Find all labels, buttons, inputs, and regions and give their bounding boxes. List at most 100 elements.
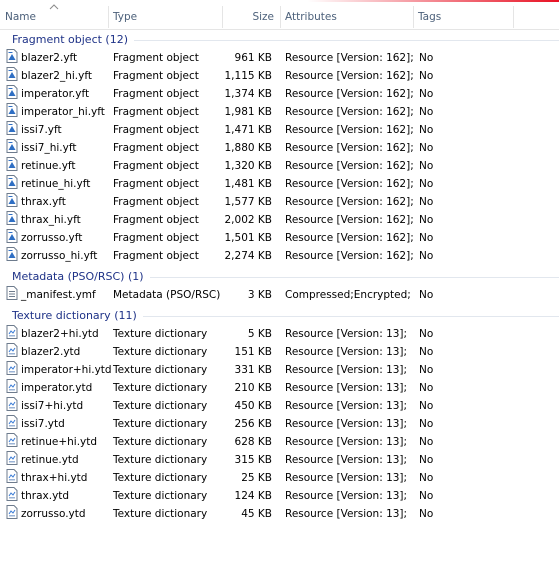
file-list: Fragment object (12) blazer2.yft Fragment … [0, 30, 559, 523]
file-name: zorrusso.ytd [21, 508, 86, 520]
file-size: 3 KB [247, 289, 272, 301]
file-row[interactable]: thrax.ytd Texture dictionary 124 KB Resourc… [0, 487, 559, 505]
file-attributes: Resource [Version: 13]; [285, 328, 408, 340]
texture-file-icon [6, 451, 18, 465]
column-header-type[interactable]: Type [108, 2, 222, 30]
file-attributes: Resource [Version: 13]; [285, 364, 408, 376]
file-name: thrax+hi.ytd [21, 472, 88, 484]
group-label: Texture dictionary (11) [12, 309, 137, 322]
file-type: Texture dictionary [113, 328, 208, 340]
file-attributes: Resource [Version: 13]; [285, 436, 408, 448]
file-type: Texture dictionary [113, 400, 208, 412]
file-row[interactable]: thrax+hi.ytd Texture dictionary 25 KB Resou… [0, 469, 559, 487]
file-row[interactable]: issi7.ytd Texture dictionary 256 KB Resourc… [0, 415, 559, 433]
file-type: Fragment object [113, 106, 199, 118]
file-size: 25 KB [241, 472, 272, 484]
file-tags: No [419, 289, 434, 301]
file-row[interactable]: _manifest.ymf Metadata (PSO/RSC) 3 KB Compr… [0, 286, 559, 304]
file-name: retinue+hi.ytd [21, 436, 98, 448]
file-type: Fragment object [113, 88, 199, 100]
file-attributes: Resource [Version: 13]; [285, 418, 408, 430]
fragment-file-icon [6, 229, 18, 243]
file-tags: No [419, 382, 434, 394]
file-attributes: Resource [Version: 162]; [285, 124, 414, 136]
file-row[interactable]: retinue.yft Fragment object 1,320 KB Resour… [0, 157, 559, 175]
file-size: 315 KB [234, 454, 272, 466]
file-attributes: Resource [Version: 162]; [285, 214, 414, 226]
file-type: Texture dictionary [113, 346, 208, 358]
file-tags: No [419, 250, 434, 262]
file-row[interactable]: blazer2+hi.ytd Texture dictionary 5 KB Reso… [0, 325, 559, 343]
file-size: 1,471 KB [224, 124, 273, 136]
file-tags: No [419, 400, 434, 412]
file-row[interactable]: zorrusso_hi.yft Fragment object 2,274 KB Re… [0, 247, 559, 265]
file-row[interactable]: thrax.yft Fragment object 1,577 KB Resource… [0, 193, 559, 211]
file-attributes: Resource [Version: 162]; [285, 52, 414, 64]
texture-file-icon [6, 343, 18, 357]
file-tags: No [419, 52, 434, 64]
group-divider-line [142, 316, 559, 317]
fragment-file-icon [6, 49, 18, 63]
file-attributes: Resource [Version: 13]; [285, 382, 408, 394]
file-row[interactable]: imperator.yft Fragment object 1,374 KB Reso… [0, 85, 559, 103]
file-type: Fragment object [113, 232, 199, 244]
file-attributes: Resource [Version: 162]; [285, 232, 414, 244]
file-attributes: Resource [Version: 13]; [285, 346, 408, 358]
file-row[interactable]: blazer2.yft Fragment object 961 KB Resource… [0, 49, 559, 67]
file-type: Texture dictionary [113, 490, 208, 502]
group-header[interactable]: Texture dictionary (11) [0, 306, 559, 324]
file-row[interactable]: issi7.yft Fragment object 1,471 KB Resource… [0, 121, 559, 139]
file-attributes: Resource [Version: 162]; [285, 250, 414, 262]
file-tags: No [419, 436, 434, 448]
file-attributes: Resource [Version: 13]; [285, 490, 408, 502]
fragment-file-icon [6, 211, 18, 225]
column-header-attributes[interactable]: Attributes [280, 2, 413, 30]
file-tags: No [419, 88, 434, 100]
file-row[interactable]: retinue.ytd Texture dictionary 315 KB Resou… [0, 451, 559, 469]
file-size: 210 KB [234, 382, 272, 394]
file-size: 5 KB [247, 328, 272, 340]
column-divider[interactable] [513, 6, 514, 28]
file-row[interactable]: thrax_hi.yft Fragment object 2,002 KB Resou… [0, 211, 559, 229]
file-row[interactable]: issi7+hi.ytd Texture dictionary 450 KB Reso… [0, 397, 559, 415]
file-row[interactable]: imperator.ytd Texture dictionary 210 KB Res… [0, 379, 559, 397]
file-size: 1,374 KB [224, 88, 273, 100]
file-name: imperator_hi.yft [21, 106, 105, 118]
column-header-name[interactable]: Name [0, 2, 108, 30]
file-type: Texture dictionary [113, 418, 208, 430]
group-header[interactable]: Metadata (PSO/RSC) (1) [0, 267, 559, 285]
file-tags: No [419, 160, 434, 172]
file-name: imperator.ytd [21, 382, 93, 394]
file-row[interactable]: imperator+hi.ytd Texture dictionary 331 KB… [0, 361, 559, 379]
file-size: 961 KB [234, 52, 272, 64]
file-row[interactable]: zorrusso.yft Fragment object 1,501 KB Resou… [0, 229, 559, 247]
column-header-bar: Name Type Size Attributes Tags [0, 2, 559, 30]
file-row[interactable]: blazer2_hi.yft Fragment object 1,115 KB Res… [0, 67, 559, 85]
fragment-file-icon [6, 121, 18, 135]
file-attributes: Resource [Version: 13]; [285, 454, 408, 466]
file-row[interactable]: issi7_hi.yft Fragment object 1,880 KB Resou… [0, 139, 559, 157]
file-attributes: Resource [Version: 162]; [285, 88, 414, 100]
file-row[interactable]: blazer2.ytd Texture dictionary 151 KB Resou… [0, 343, 559, 361]
file-name: retinue.ytd [21, 454, 79, 466]
group-label: Fragment object (12) [12, 33, 129, 46]
file-size: 45 KB [241, 508, 272, 520]
column-header-tags[interactable]: Tags [413, 2, 513, 30]
texture-file-icon [6, 325, 18, 339]
metadata-file-icon [6, 286, 18, 300]
file-tags: No [419, 232, 434, 244]
file-row[interactable]: imperator_hi.yft Fragment object 1,981 KB R… [0, 103, 559, 121]
column-header-size[interactable]: Size [222, 2, 280, 30]
file-size: 331 KB [234, 364, 272, 376]
file-type: Metadata (PSO/RSC) [113, 289, 221, 301]
file-tags: No [419, 490, 434, 502]
file-row[interactable]: retinue_hi.yft Fragment object 1,481 KB Res… [0, 175, 559, 193]
texture-file-icon [6, 397, 18, 411]
file-row[interactable]: retinue+hi.ytd Texture dictionary 628 KB Re… [0, 433, 559, 451]
file-name: retinue.yft [21, 160, 76, 172]
file-attributes: Resource [Version: 162]; [285, 70, 414, 82]
file-row[interactable]: zorrusso.ytd Texture dictionary 45 KB Resou… [0, 505, 559, 523]
file-name: issi7+hi.ytd [21, 400, 84, 412]
group-header[interactable]: Fragment object (12) [0, 30, 559, 48]
file-name: thrax.ytd [21, 490, 70, 502]
